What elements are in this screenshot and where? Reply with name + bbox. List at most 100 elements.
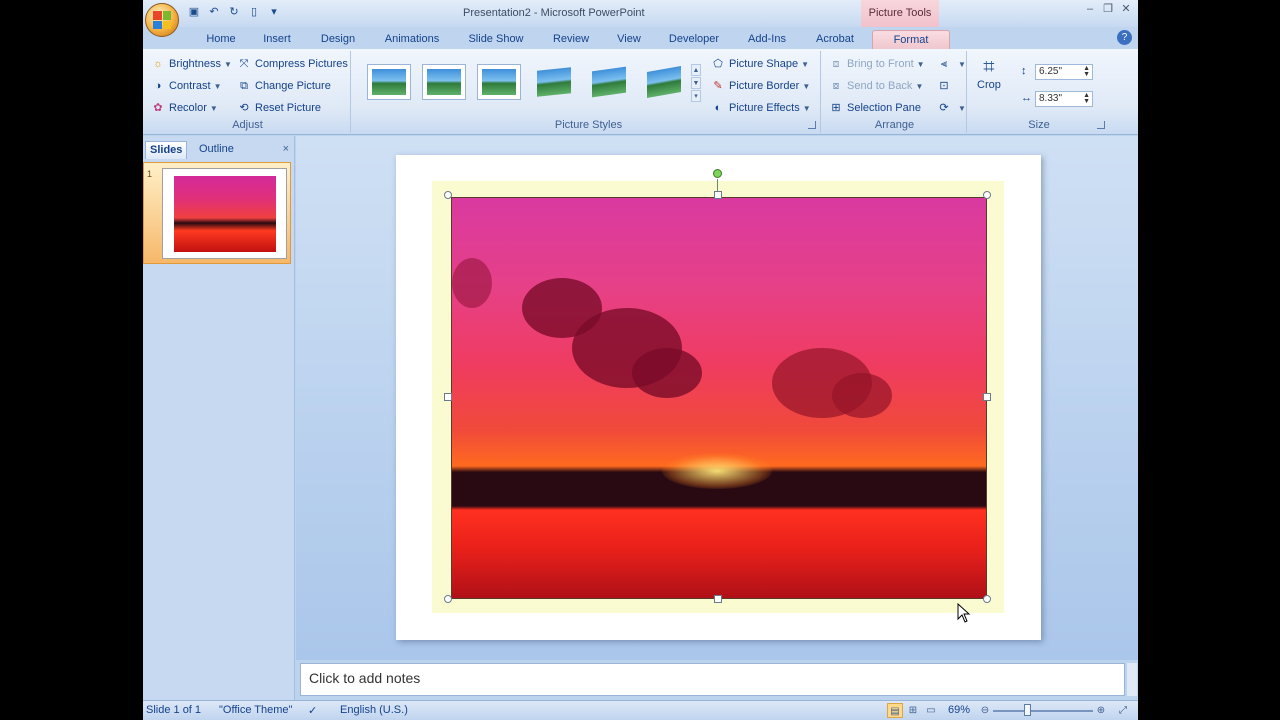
dropdown-arrow-icon: ▼: [209, 103, 218, 113]
close-pane-icon[interactable]: ×: [283, 143, 289, 155]
tab-slide-show[interactable]: Slide Show: [456, 30, 536, 49]
tab-animations[interactable]: Animations: [368, 30, 456, 49]
height-field[interactable]: 6.25" ▲ ▼: [1035, 64, 1093, 80]
help-icon[interactable]: ?: [1117, 30, 1132, 45]
reset-picture-label: Reset Picture: [255, 102, 322, 114]
dropdown-arrow-icon: ▼: [802, 81, 811, 91]
normal-view-icon[interactable]: ▤: [887, 703, 903, 718]
tab-review[interactable]: Review: [536, 30, 606, 49]
notes-scrollbar[interactable]: [1127, 663, 1137, 696]
crop-button[interactable]: ⌗ Crop: [977, 55, 1001, 91]
tab-add-ins[interactable]: Add-Ins: [736, 30, 798, 49]
picture-style-thumbnail[interactable]: [422, 64, 466, 100]
picture-effects-button[interactable]: ◐ Picture Effects ▼: [711, 101, 811, 115]
tab-insert[interactable]: Insert: [246, 30, 308, 49]
resize-handle-top[interactable]: [714, 191, 722, 199]
notes-placeholder: Click to add notes: [309, 670, 421, 686]
sunset-picture[interactable]: [451, 197, 987, 599]
maximize-icon[interactable]: ❐: [1102, 3, 1114, 15]
resize-handle-left[interactable]: [444, 393, 452, 401]
width-icon: ↔: [1021, 92, 1032, 104]
adjust-group: ☼ Brightness ▼ ◑ Contrast ▼ ✿ Recolor ▼ ⤧ C…: [145, 51, 351, 133]
tab-home[interactable]: Home: [196, 30, 246, 49]
spellcheck-icon[interactable]: ✓: [308, 704, 317, 717]
slide-thumbnail-item[interactable]: 1: [143, 162, 291, 264]
recolor-label: Recolor: [169, 102, 207, 114]
height-spinner-icon[interactable]: ▲ ▼: [1083, 65, 1090, 78]
picture-border-button[interactable]: ✎ Picture Border ▼: [711, 79, 810, 93]
tab-outline[interactable]: Outline: [195, 141, 238, 159]
picture-style-thumbnail[interactable]: [477, 64, 521, 100]
bring-to-front-icon: ⧈: [832, 58, 840, 70]
send-to-back-button[interactable]: ⧇ Send to Back ▼: [829, 79, 924, 93]
slide-canvas[interactable]: [396, 155, 1041, 640]
dropdown-arrow-icon: ▼: [223, 59, 232, 69]
ribbon-tabs-row: Home Insert Design Animations Slide Show Revi…: [143, 27, 1138, 49]
zoom-slider-thumb[interactable]: [1024, 704, 1031, 716]
zoom-slider[interactable]: [993, 710, 1093, 712]
zoom-level[interactable]: 69%: [948, 704, 970, 716]
group-button[interactable]: ⊡: [937, 79, 955, 93]
resize-handle-top-right[interactable]: [983, 191, 991, 199]
dialog-launcher-icon[interactable]: [808, 121, 816, 129]
change-picture-button[interactable]: ⧉ Change Picture: [237, 79, 331, 93]
reset-picture-button[interactable]: ⟲ Reset Picture: [237, 101, 321, 115]
picture-shape-button[interactable]: ⬠ Picture Shape ▼: [711, 57, 809, 71]
pane-tabs: Slides Outline ×: [143, 139, 295, 159]
styles-gallery-scroll[interactable]: ▲ ▼ ▾: [691, 64, 701, 104]
resize-handle-top-left[interactable]: [444, 191, 452, 199]
rotation-handle[interactable]: [713, 169, 722, 178]
zoom-in-icon[interactable]: ⊕: [1093, 703, 1109, 718]
dropdown-arrow-icon: ▼: [958, 103, 966, 113]
tab-slides[interactable]: Slides: [145, 141, 188, 159]
tab-format[interactable]: Format: [872, 30, 950, 49]
picture-style-thumbnail[interactable]: [532, 64, 576, 100]
resize-handle-right[interactable]: [983, 393, 991, 401]
scroll-up-icon[interactable]: ▲: [691, 64, 701, 76]
repeat-icon[interactable]: ↻: [227, 5, 241, 19]
brightness-button[interactable]: ☼ Brightness ▼: [151, 57, 232, 71]
picture-style-thumbnail[interactable]: [367, 64, 411, 100]
contrast-button[interactable]: ◑ Contrast ▼: [151, 79, 222, 93]
minimize-icon[interactable]: –: [1084, 3, 1096, 15]
slide-sorter-icon[interactable]: ⊞: [905, 703, 921, 718]
office-button[interactable]: [145, 3, 179, 37]
fit-to-window-icon[interactable]: ⤢: [1115, 703, 1131, 718]
tab-design[interactable]: Design: [308, 30, 368, 49]
slide-editing-area: [296, 136, 1138, 660]
tab-view[interactable]: View: [606, 30, 652, 49]
dialog-launcher-icon[interactable]: [1097, 121, 1105, 129]
gallery-more-icon[interactable]: ▾: [691, 90, 701, 102]
slide-thumbnail[interactable]: [162, 168, 287, 259]
picture-style-thumbnail[interactable]: [642, 64, 686, 100]
tab-developer[interactable]: Developer: [652, 30, 736, 49]
bring-to-front-button[interactable]: ⧈ Bring to Front ▼: [829, 57, 925, 71]
recolor-button[interactable]: ✿ Recolor ▼: [151, 101, 218, 115]
scroll-down-icon[interactable]: ▼: [691, 77, 701, 89]
save-icon[interactable]: ▣: [187, 5, 201, 19]
selection-pane-button[interactable]: ⊞ Selection Pane: [829, 101, 921, 115]
align-button[interactable]: ⫷ ▼: [937, 57, 966, 71]
slideshow-view-icon[interactable]: ▭: [923, 703, 939, 718]
customize-toolbar-icon[interactable]: ▾: [267, 5, 281, 19]
picture-style-thumbnail[interactable]: [587, 64, 631, 100]
width-value: 8.33": [1039, 93, 1063, 104]
rotate-button[interactable]: ⟳ ▼: [937, 101, 966, 115]
width-spinner-icon[interactable]: ▲ ▼: [1083, 92, 1090, 105]
tab-acrobat[interactable]: Acrobat: [798, 30, 872, 49]
compress-pictures-button[interactable]: ⤧ Compress Pictures: [237, 57, 348, 71]
undo-icon[interactable]: ↶: [207, 5, 221, 19]
resize-handle-bottom-right[interactable]: [983, 595, 991, 603]
resize-handle-bottom-left[interactable]: [444, 595, 452, 603]
language-indicator[interactable]: English (U.S.): [340, 704, 408, 716]
slides-pane: Slides Outline × 1: [143, 136, 295, 700]
theme-name[interactable]: "Office Theme": [219, 704, 292, 716]
new-document-icon[interactable]: ▯: [247, 5, 261, 19]
close-icon[interactable]: ✕: [1120, 3, 1132, 15]
adjust-group-label: Adjust: [232, 119, 263, 131]
notes-pane[interactable]: Click to add notes: [300, 663, 1125, 696]
width-field[interactable]: 8.33" ▲ ▼: [1035, 91, 1093, 107]
zoom-out-icon[interactable]: ⊖: [977, 703, 993, 718]
resize-handle-bottom[interactable]: [714, 595, 722, 603]
change-picture-label: Change Picture: [255, 80, 331, 92]
